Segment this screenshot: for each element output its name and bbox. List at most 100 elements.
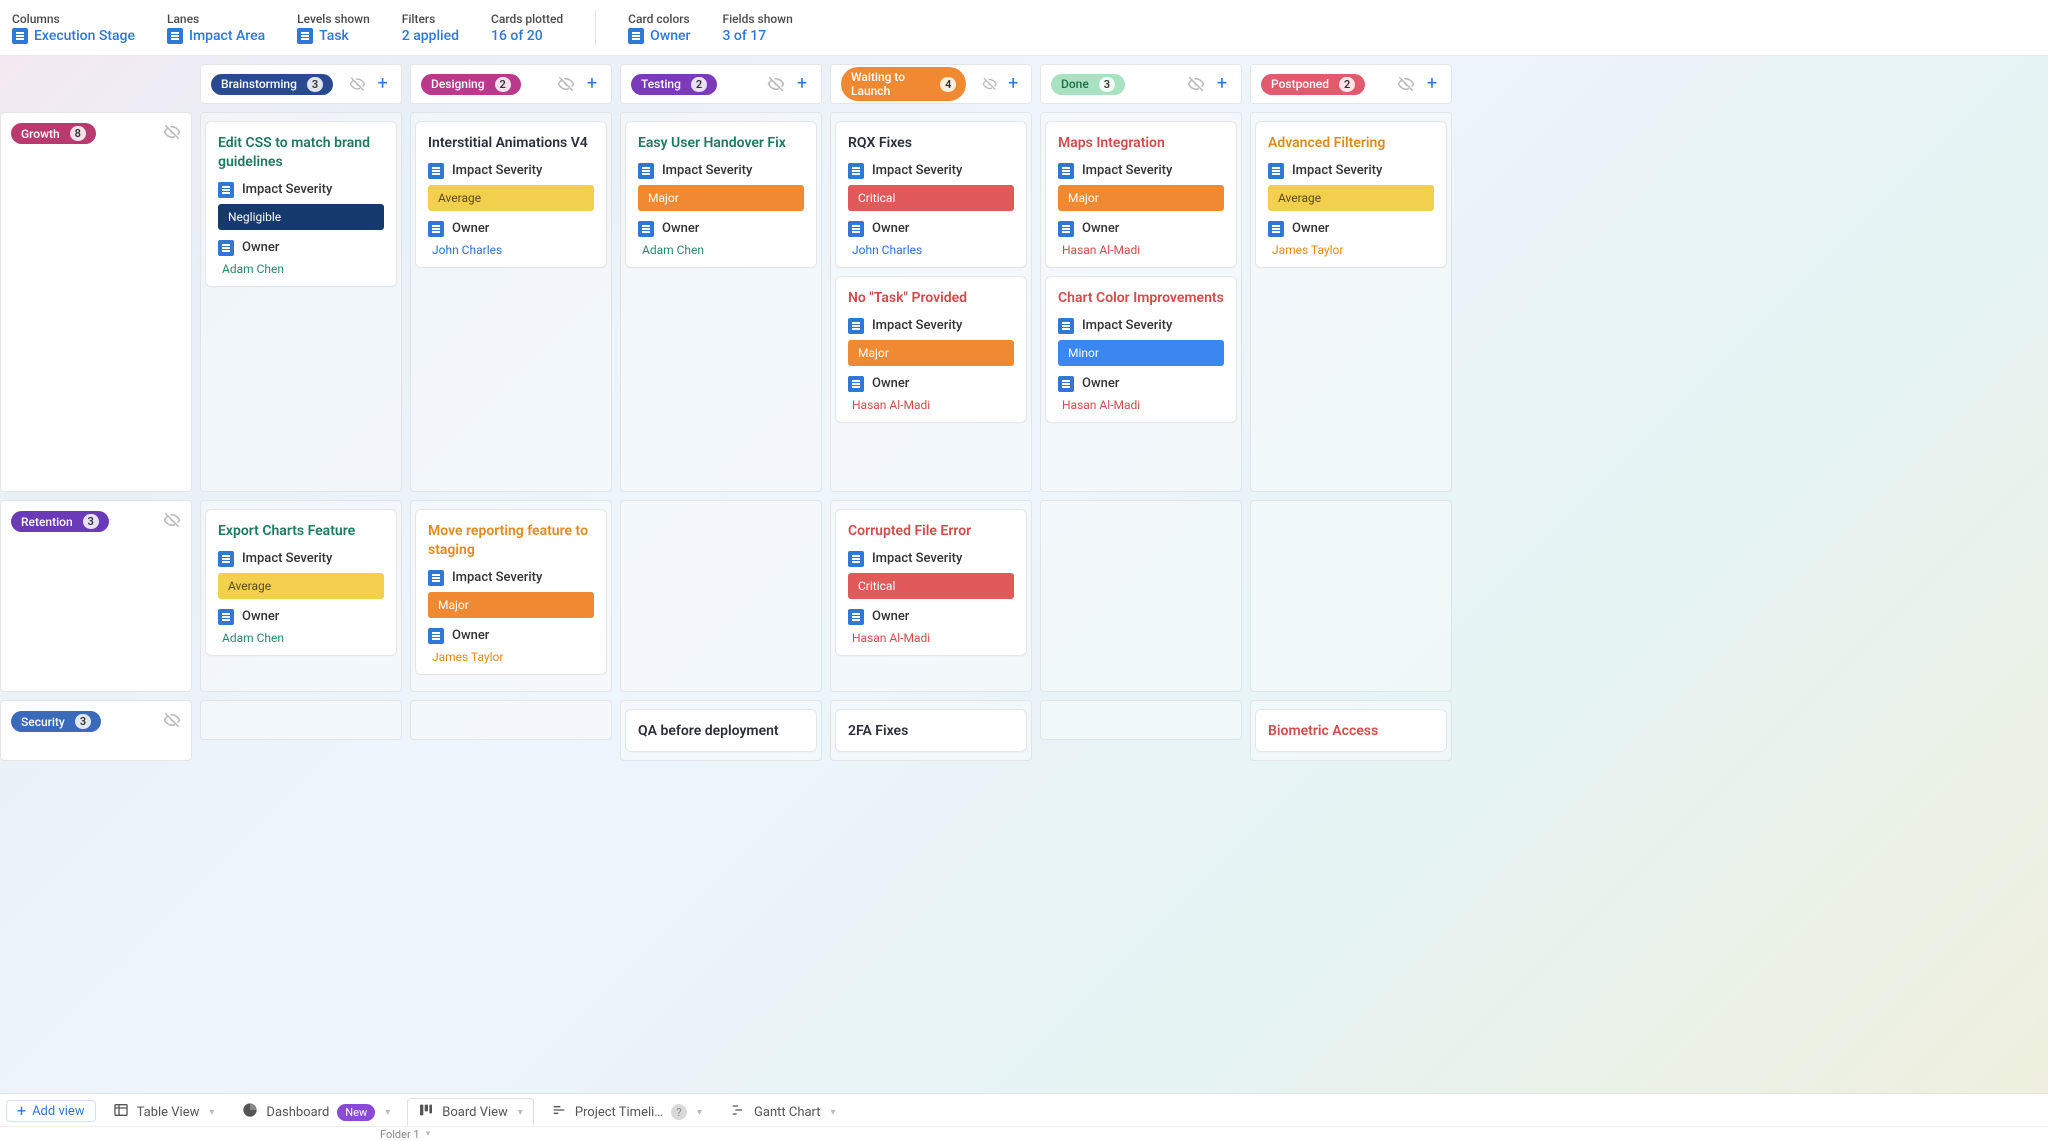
tab-board[interactable]: Board View ▾ (407, 1098, 534, 1126)
setting-levels[interactable]: Levels shown Task (297, 0, 370, 55)
add-card-button[interactable]: + (374, 75, 391, 93)
add-card-button[interactable]: + (1213, 75, 1231, 93)
cell-retention-waiting[interactable]: Corrupted File Error Impact Severity Cri… (830, 500, 1032, 692)
hide-lane-icon[interactable] (163, 511, 181, 529)
board-card[interactable]: RQX Fixes Impact Severity Critical Owner… (835, 121, 1027, 268)
hide-column-icon[interactable] (1397, 75, 1415, 93)
hide-column-icon[interactable] (557, 75, 575, 93)
tab-gantt[interactable]: Gantt Chart ▾ (719, 1098, 847, 1126)
column-header-designing[interactable]: Designing 2 + (410, 64, 612, 104)
hide-lane-icon[interactable] (163, 711, 181, 729)
cell-security-testing[interactable]: QA before deployment (620, 700, 822, 761)
cell-growth-waiting[interactable]: RQX Fixes Impact Severity Critical Owner… (830, 112, 1032, 492)
tab-timeline[interactable]: Project Timeli… ? ▾ (540, 1098, 713, 1126)
cell-growth-postponed[interactable]: Advanced Filtering Impact Severity Avera… (1250, 112, 1452, 492)
cell-retention-testing[interactable] (620, 500, 822, 692)
lane-label: Security (21, 715, 65, 729)
board-card[interactable]: Advanced Filtering Impact Severity Avera… (1255, 121, 1447, 268)
cell-security-brainstorming[interactable] (200, 700, 402, 740)
field-icon (1058, 163, 1074, 179)
field-label: Owner (452, 628, 489, 643)
add-view-button[interactable]: + Add view (6, 1100, 96, 1122)
tab-label: Dashboard (266, 1105, 329, 1120)
setting-fields-shown[interactable]: Fields shown 3 of 17 (722, 0, 792, 55)
tab-dashboard[interactable]: Dashboard New ▾ (231, 1098, 401, 1126)
setting-columns[interactable]: Columns Execution Stage (12, 0, 135, 55)
setting-cards[interactable]: Cards plotted 16 of 20 (491, 0, 563, 55)
column-count: 2 (1339, 77, 1355, 92)
add-card-button[interactable]: + (1006, 75, 1021, 93)
field-icon (1268, 221, 1284, 237)
hide-column-icon[interactable] (349, 75, 366, 93)
card-title: Maps Integration (1058, 134, 1224, 153)
field-label: Impact Severity (662, 163, 752, 178)
card-title: Interstitial Animations V4 (428, 134, 594, 153)
setting-lanes[interactable]: Lanes Impact Area (167, 0, 265, 55)
board-scroll-area[interactable]: Brainstorming 3 + Designing 2 + Testing … (0, 56, 2048, 1093)
board-card[interactable]: Edit CSS to match brand guidelines Impac… (205, 121, 397, 287)
cell-security-postponed[interactable]: Biometric Access (1250, 700, 1452, 761)
board-card[interactable]: No "Task" Provided Impact Severity Major… (835, 276, 1027, 423)
add-card-button[interactable]: + (583, 75, 601, 93)
field-label: Owner (662, 221, 699, 236)
field-label: Impact Severity (1082, 163, 1172, 178)
board-card[interactable]: Easy User Handover Fix Impact Severity M… (625, 121, 817, 268)
column-label: Postponed (1271, 77, 1329, 91)
field-icon (167, 28, 183, 44)
lane-header-growth[interactable]: Growth 8 (0, 112, 192, 492)
lane-header-security[interactable]: Security 3 (0, 700, 192, 761)
cell-growth-designing[interactable]: Interstitial Animations V4 Impact Severi… (410, 112, 612, 492)
cell-growth-testing[interactable]: Easy User Handover Fix Impact Severity M… (620, 112, 822, 492)
hide-lane-icon[interactable] (163, 123, 181, 141)
folder-row[interactable]: Folder 1 ▾ (0, 1127, 2048, 1141)
setting-card-colors[interactable]: Card colors Owner (628, 0, 690, 55)
board-card[interactable]: 2FA Fixes (835, 709, 1027, 752)
field-icon (1058, 376, 1074, 392)
board-card[interactable]: Interstitial Animations V4 Impact Severi… (415, 121, 607, 268)
owner-value: James Taylor (1268, 243, 1434, 257)
board-card[interactable]: QA before deployment (625, 709, 817, 752)
setting-filters[interactable]: Filters 2 applied (402, 0, 459, 55)
hide-column-icon[interactable] (982, 75, 997, 93)
column-pill: Waiting to Launch 4 (841, 67, 966, 101)
board-card[interactable]: Move reporting feature to staging Impact… (415, 509, 607, 675)
column-header-testing[interactable]: Testing 2 + (620, 64, 822, 104)
cell-retention-done[interactable] (1040, 500, 1242, 692)
field-icon (218, 240, 234, 256)
add-card-button[interactable]: + (793, 75, 811, 93)
lane-header-retention[interactable]: Retention 3 (0, 500, 192, 692)
card-title: Chart Color Improvements (1058, 289, 1224, 308)
cell-growth-brainstorming[interactable]: Edit CSS to match brand guidelines Impac… (200, 112, 402, 492)
column-header-done[interactable]: Done 3 + (1040, 64, 1242, 104)
cell-security-designing[interactable] (410, 700, 612, 740)
hide-column-icon[interactable] (1187, 75, 1205, 93)
board-card[interactable]: Biometric Access (1255, 709, 1447, 752)
help-icon[interactable]: ? (671, 1104, 687, 1120)
severity-badge: Major (1058, 185, 1224, 211)
cell-retention-postponed[interactable] (1250, 500, 1452, 692)
board-card[interactable]: Maps Integration Impact Severity Major O… (1045, 121, 1237, 268)
tab-table[interactable]: Table View ▾ (102, 1098, 226, 1126)
field-icon (848, 221, 864, 237)
board-card[interactable]: Chart Color Improvements Impact Severity… (1045, 276, 1237, 423)
cell-retention-designing[interactable]: Move reporting feature to staging Impact… (410, 500, 612, 692)
owner-value: Adam Chen (218, 631, 384, 645)
gantt-icon (730, 1102, 746, 1122)
field-icon (1058, 221, 1074, 237)
owner-value: James Taylor (428, 650, 594, 664)
field-impact-severity: Impact Severity Major (848, 318, 1014, 366)
owner-value: John Charles (848, 243, 1014, 257)
cell-retention-brainstorming[interactable]: Export Charts Feature Impact Severity Av… (200, 500, 402, 692)
add-card-button[interactable]: + (1423, 75, 1441, 93)
cell-security-waiting[interactable]: 2FA Fixes (830, 700, 1032, 761)
cell-growth-done[interactable]: Maps Integration Impact Severity Major O… (1040, 112, 1242, 492)
cell-security-done[interactable] (1040, 700, 1242, 740)
board-card[interactable]: Corrupted File Error Impact Severity Cri… (835, 509, 1027, 656)
field-icon (848, 551, 864, 567)
column-header-postponed[interactable]: Postponed 2 + (1250, 64, 1452, 104)
field-impact-severity: Impact Severity Critical (848, 163, 1014, 211)
column-header-brainstorming[interactable]: Brainstorming 3 + (200, 64, 402, 104)
hide-column-icon[interactable] (767, 75, 785, 93)
column-header-waiting[interactable]: Waiting to Launch 4 + (830, 64, 1032, 104)
board-card[interactable]: Export Charts Feature Impact Severity Av… (205, 509, 397, 656)
